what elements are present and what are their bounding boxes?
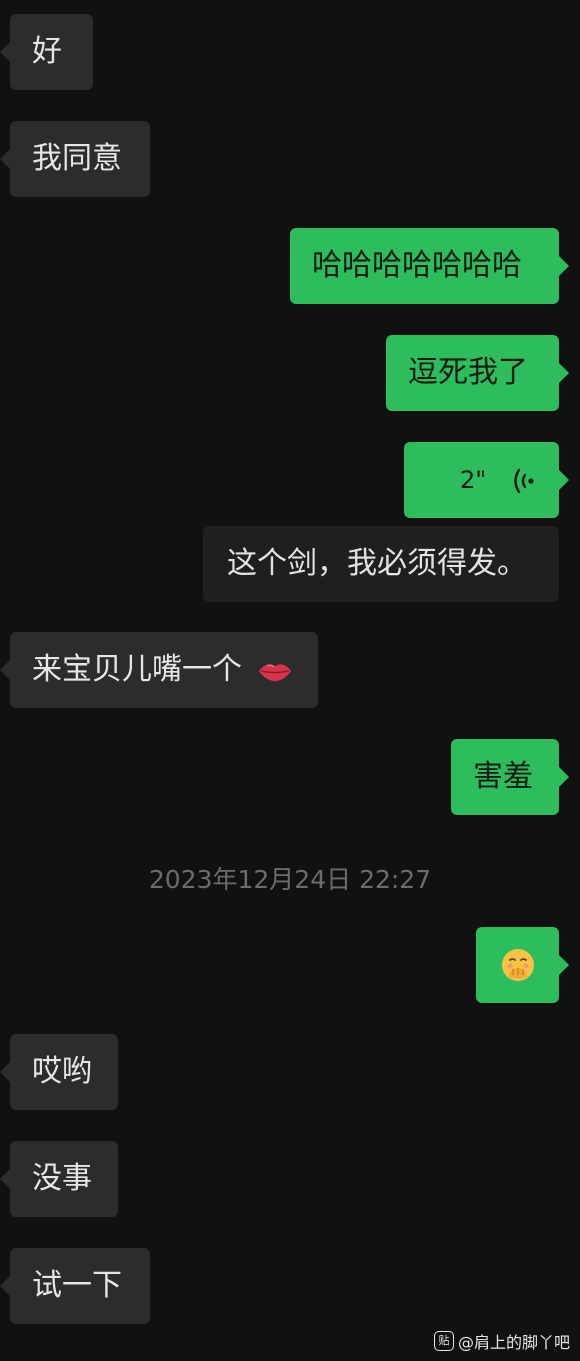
lips-icon: [258, 663, 291, 681]
message-text: 我同意: [32, 141, 122, 176]
transcript-text: 这个剑，我必须得发。: [227, 546, 527, 581]
outgoing-message-bubble[interactable]: 害羞: [451, 739, 569, 815]
incoming-message-bubble[interactable]: 来宝贝儿嘴一个: [0, 632, 318, 708]
message-text: 试一下: [32, 1268, 122, 1303]
emoji-message-bubble[interactable]: [476, 927, 569, 1003]
voice-message-bubble[interactable]: 2": [404, 442, 569, 518]
watermark-text: @肩上的脚丫吧: [457, 1333, 570, 1352]
incoming-message-bubble[interactable]: 我同意: [0, 121, 150, 197]
message-text: 哈哈哈哈哈哈哈: [312, 248, 522, 283]
message-text: 没事: [32, 1161, 92, 1196]
watermark: 贴 @肩上的脚丫吧: [433, 1329, 570, 1353]
voice-wave-icon: [514, 468, 534, 494]
chat-timestamp: 2023年12月24日 22:27: [148, 865, 432, 894]
message-text: 哎哟: [32, 1054, 92, 1089]
voice-duration: 2": [460, 466, 487, 494]
incoming-message-bubble[interactable]: 好: [0, 14, 93, 90]
face-with-hand-over-mouth-icon: [502, 949, 534, 981]
tieba-logo-icon: 贴: [433, 1331, 454, 1351]
voice-transcript[interactable]: 这个剑，我必须得发。: [203, 526, 559, 602]
incoming-message-bubble[interactable]: 哎哟: [0, 1034, 118, 1110]
incoming-message-bubble[interactable]: 没事: [0, 1141, 118, 1217]
message-text: 逗死我了: [408, 355, 528, 390]
incoming-message-bubble[interactable]: 试一下: [0, 1248, 150, 1324]
outgoing-message-bubble[interactable]: 哈哈哈哈哈哈哈: [290, 228, 569, 304]
message-text: 害羞: [473, 759, 533, 794]
outgoing-message-bubble[interactable]: 逗死我了: [386, 335, 569, 411]
message-text: 来宝贝儿嘴一个: [32, 652, 242, 687]
message-text: 好: [32, 34, 62, 69]
